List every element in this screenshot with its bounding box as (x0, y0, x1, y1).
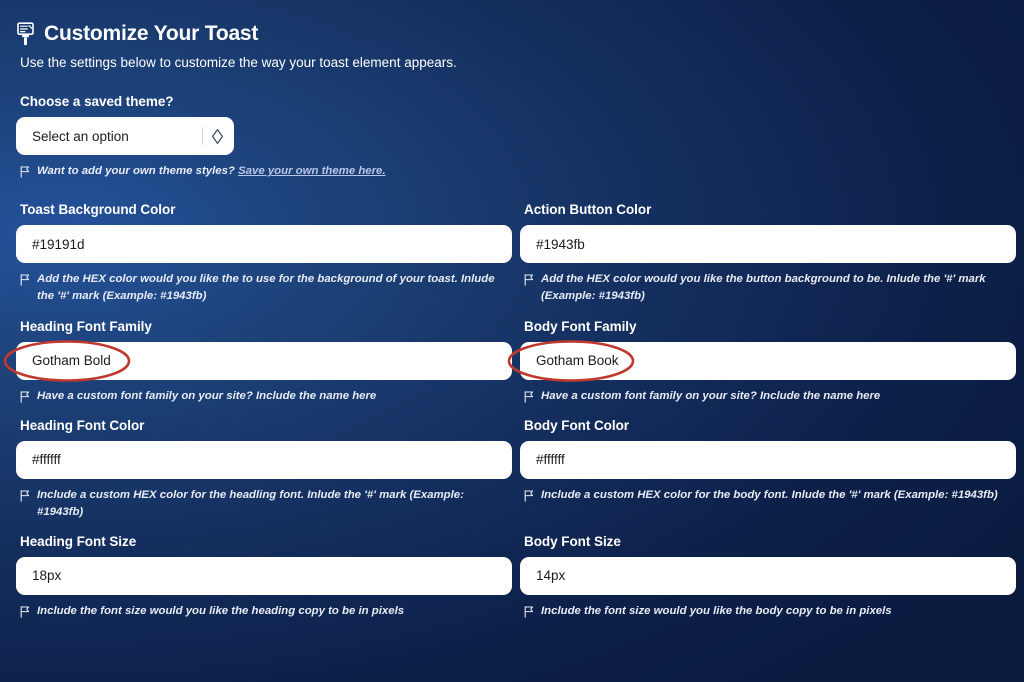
action-button-color-input-wrap: #1943fb (520, 225, 1016, 264)
saved-theme-select-control[interactable] (202, 117, 224, 155)
select-divider (202, 127, 203, 146)
action-button-color-value: #1943fb (536, 236, 585, 252)
heading-font-size-input-wrap: 18px (16, 556, 512, 595)
body-font-color-input[interactable]: #ffffff (520, 440, 1016, 479)
field-body-font-family: Body Font Family Gotham Book Have a custom… (507, 318, 1016, 405)
body-font-size-label: Body Font Size (524, 533, 621, 549)
body-font-color-input-wrap: #ffffff (520, 440, 1016, 479)
flag-icon (524, 606, 534, 618)
saved-theme-helper-text: Want to add your own theme styles? Save … (37, 163, 386, 180)
action-button-color-label: Action Button Color (524, 202, 652, 218)
field-action-button-color: Action Button Color #1943fb Add the HEX co… (520, 202, 1016, 305)
flag-icon (20, 390, 30, 403)
action-button-color-helper-text: Add the HEX color would you like the but… (541, 273, 986, 303)
save-theme-link[interactable]: Save your own theme here. (238, 165, 386, 177)
action-button-color-input[interactable]: #1943fb (520, 225, 1016, 264)
heading-font-size-helper: Include the font size would you like the… (20, 603, 500, 620)
heading-font-color-input-wrap: #ffffff (16, 440, 512, 479)
heading-font-family-input[interactable]: Gotham Bold (16, 341, 512, 380)
saved-theme-label: Choose a saved theme? (20, 94, 174, 110)
field-body-font-color: Body Font Color #ffffff Include a custom H… (520, 418, 1016, 521)
flag-icon (20, 274, 30, 287)
heading-font-family-helper: Have a custom font family on your site? … (20, 388, 500, 405)
body-font-family-label: Body Font Family (524, 318, 637, 334)
chevron-up-down-icon[interactable] (211, 128, 224, 145)
body-font-color-helper: Include a custom HEX color for the body … (524, 487, 1004, 504)
page-title: Customize Your Toast (44, 22, 259, 46)
page-subtitle: Use the settings below to customize the … (20, 55, 457, 70)
toast-background-color-value: #19191d (32, 236, 85, 252)
body-font-size-input[interactable]: 14px (520, 556, 1016, 595)
heading-font-size-helper-text: Include the font size would you like the… (37, 604, 405, 617)
body-font-family-value: Gotham Book (536, 353, 619, 369)
heading-font-family-value: Gotham Bold (32, 353, 111, 369)
flag-icon (524, 489, 534, 502)
body-font-size-value: 14px (536, 568, 566, 584)
toast-background-color-helper: Add the HEX color would you like the to … (20, 271, 500, 305)
page-header: Customize Your Toast (16, 22, 1008, 46)
toast-background-color-label: Toast Background Color (20, 202, 176, 218)
flag-icon (20, 166, 30, 178)
row-spacer (16, 521, 1016, 534)
customize-toast-page: Customize Your Toast Use the settings be… (0, 0, 1024, 682)
flag-icon (524, 390, 534, 403)
flag-icon (524, 274, 534, 287)
heading-font-color-helper: Include a custom HEX color for the headl… (20, 487, 500, 521)
field-heading-font-family: Heading Font Family Gotham Bold Have a cus… (3, 318, 512, 405)
saved-theme-select[interactable]: Select an option (16, 117, 234, 156)
heading-font-color-input[interactable]: #ffffff (16, 440, 512, 479)
field-heading-font-size: Heading Font Size 18px Include the font si… (16, 534, 512, 620)
body-font-size-helper-text: Include the font size would you like the… (541, 604, 892, 617)
body-font-family-input-wrap: Gotham Book (507, 339, 1016, 382)
heading-font-family-helper-text: Have a custom font family on your site? … (37, 389, 377, 402)
heading-font-color-helper-text: Include a custom HEX color for the headl… (37, 488, 464, 518)
heading-font-size-input[interactable]: 18px (16, 556, 512, 595)
saved-theme-helper-prefix: Want to add your own theme styles? (37, 165, 235, 178)
body-font-size-helper: Include the font size would you like the… (524, 603, 1004, 620)
saved-theme-field: Choose a saved theme? Select an option W… (16, 94, 1008, 180)
heading-font-family-input-wrap: Gotham Bold (3, 339, 512, 382)
body-font-color-helper-text: Include a custom HEX color for the body … (541, 488, 998, 501)
body-font-family-input[interactable]: Gotham Book (520, 341, 1016, 380)
body-font-family-helper: Have a custom font family on your site? … (524, 388, 1004, 405)
row-spacer (16, 405, 1016, 418)
toast-background-color-input[interactable]: #19191d (16, 225, 512, 264)
heading-font-color-value: #ffffff (32, 452, 61, 468)
saved-theme-value: Select an option (32, 128, 129, 144)
flag-icon (20, 606, 30, 618)
saved-theme-helper: Want to add your own theme styles? Save … (20, 163, 500, 180)
body-font-color-label: Body Font Color (524, 417, 629, 433)
toast-background-color-helper-text: Add the HEX color would you like the to … (37, 273, 495, 303)
heading-font-size-value: 18px (32, 568, 62, 584)
heading-font-family-label: Heading Font Family (20, 318, 152, 334)
field-toast-background-color: Toast Background Color #19191d Add the HEX… (16, 202, 512, 305)
heading-font-color-label: Heading Font Color (20, 417, 145, 433)
action-button-color-helper: Add the HEX color would you like the but… (524, 271, 1004, 305)
flag-icon (20, 489, 30, 502)
body-font-size-input-wrap: 14px (520, 556, 1016, 595)
heading-font-size-label: Heading Font Size (20, 533, 137, 549)
body-font-color-value: #ffffff (536, 452, 565, 468)
settings-field-grid: Toast Background Color #19191d Add the HEX… (3, 202, 1016, 620)
field-body-font-size: Body Font Size 14px Include the font size … (520, 534, 1016, 620)
row-spacer (16, 306, 1016, 319)
field-heading-font-color: Heading Font Color #ffffff Include a custo… (16, 418, 512, 521)
body-font-family-helper-text: Have a custom font family on your site? … (541, 389, 881, 402)
toast-background-color-input-wrap: #19191d (16, 225, 512, 264)
paintbrush-icon (16, 22, 35, 46)
